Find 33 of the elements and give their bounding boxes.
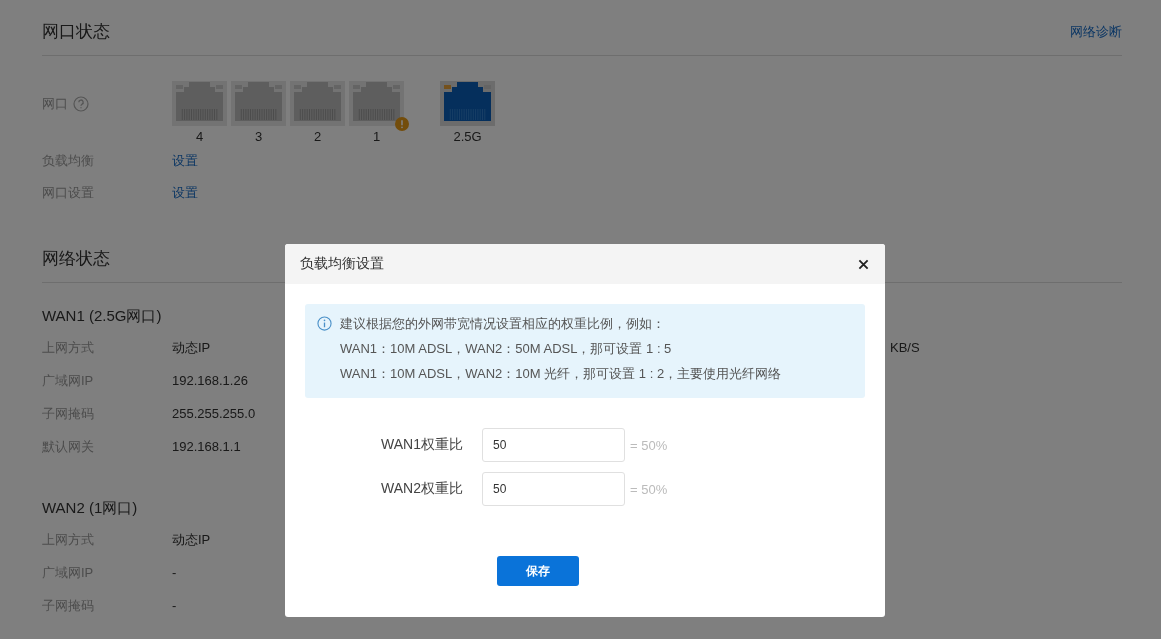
rate-unit: KB/S	[890, 340, 920, 355]
dialog-title: 负载均衡设置	[300, 255, 384, 273]
close-icon[interactable]	[858, 258, 869, 270]
info-text: WAN1：10M ADSL，WAN2：50M ADSL，那可设置 1 : 5	[340, 340, 673, 358]
settings-link[interactable]: 设置	[172, 152, 198, 170]
section-title: 网络状态	[42, 248, 110, 270]
port-label: 1	[372, 129, 381, 145]
weight-label: WAN1权重比	[380, 436, 463, 454]
info-icon	[317, 316, 332, 331]
port-label: 3	[254, 129, 263, 145]
network-diagnose-link[interactable]: 网络诊断	[1070, 22, 1122, 41]
port-label: 2	[313, 129, 322, 145]
wan-title: WAN1 (2.5G网口)	[42, 306, 162, 326]
field-value: 动态IP	[172, 338, 211, 357]
field-value: -	[172, 565, 177, 580]
weight-input[interactable]: 50	[482, 428, 625, 462]
weight-label: WAN2权重比	[380, 480, 463, 498]
info-text: WAN1：10M ADSL，WAN2：10M 光纤，那可设置 1 : 2，主要使用光纤网络	[340, 365, 782, 383]
save-button[interactable]: 保存	[497, 556, 579, 586]
field-value: -	[172, 598, 177, 613]
field-value: 255.255.255.0	[172, 406, 256, 421]
field-value: 动态IP	[172, 530, 211, 549]
settings-link[interactable]: 设置	[172, 184, 198, 202]
field-value: 192.168.1.26	[172, 373, 248, 388]
info-text: 建议根据您的外网带宽情况设置相应的权重比例，例如：	[340, 315, 666, 332]
port-label: 2.5G	[453, 129, 482, 145]
weight-percent: = 50%	[630, 481, 668, 497]
field-value: 192.168.1.1	[172, 439, 241, 454]
weight-percent: = 50%	[630, 437, 668, 453]
section-title: 网口状态	[42, 21, 110, 43]
weight-input[interactable]: 50	[482, 472, 625, 506]
wan-title: WAN2 (1网口)	[42, 498, 138, 518]
port-label: 4	[195, 129, 204, 145]
